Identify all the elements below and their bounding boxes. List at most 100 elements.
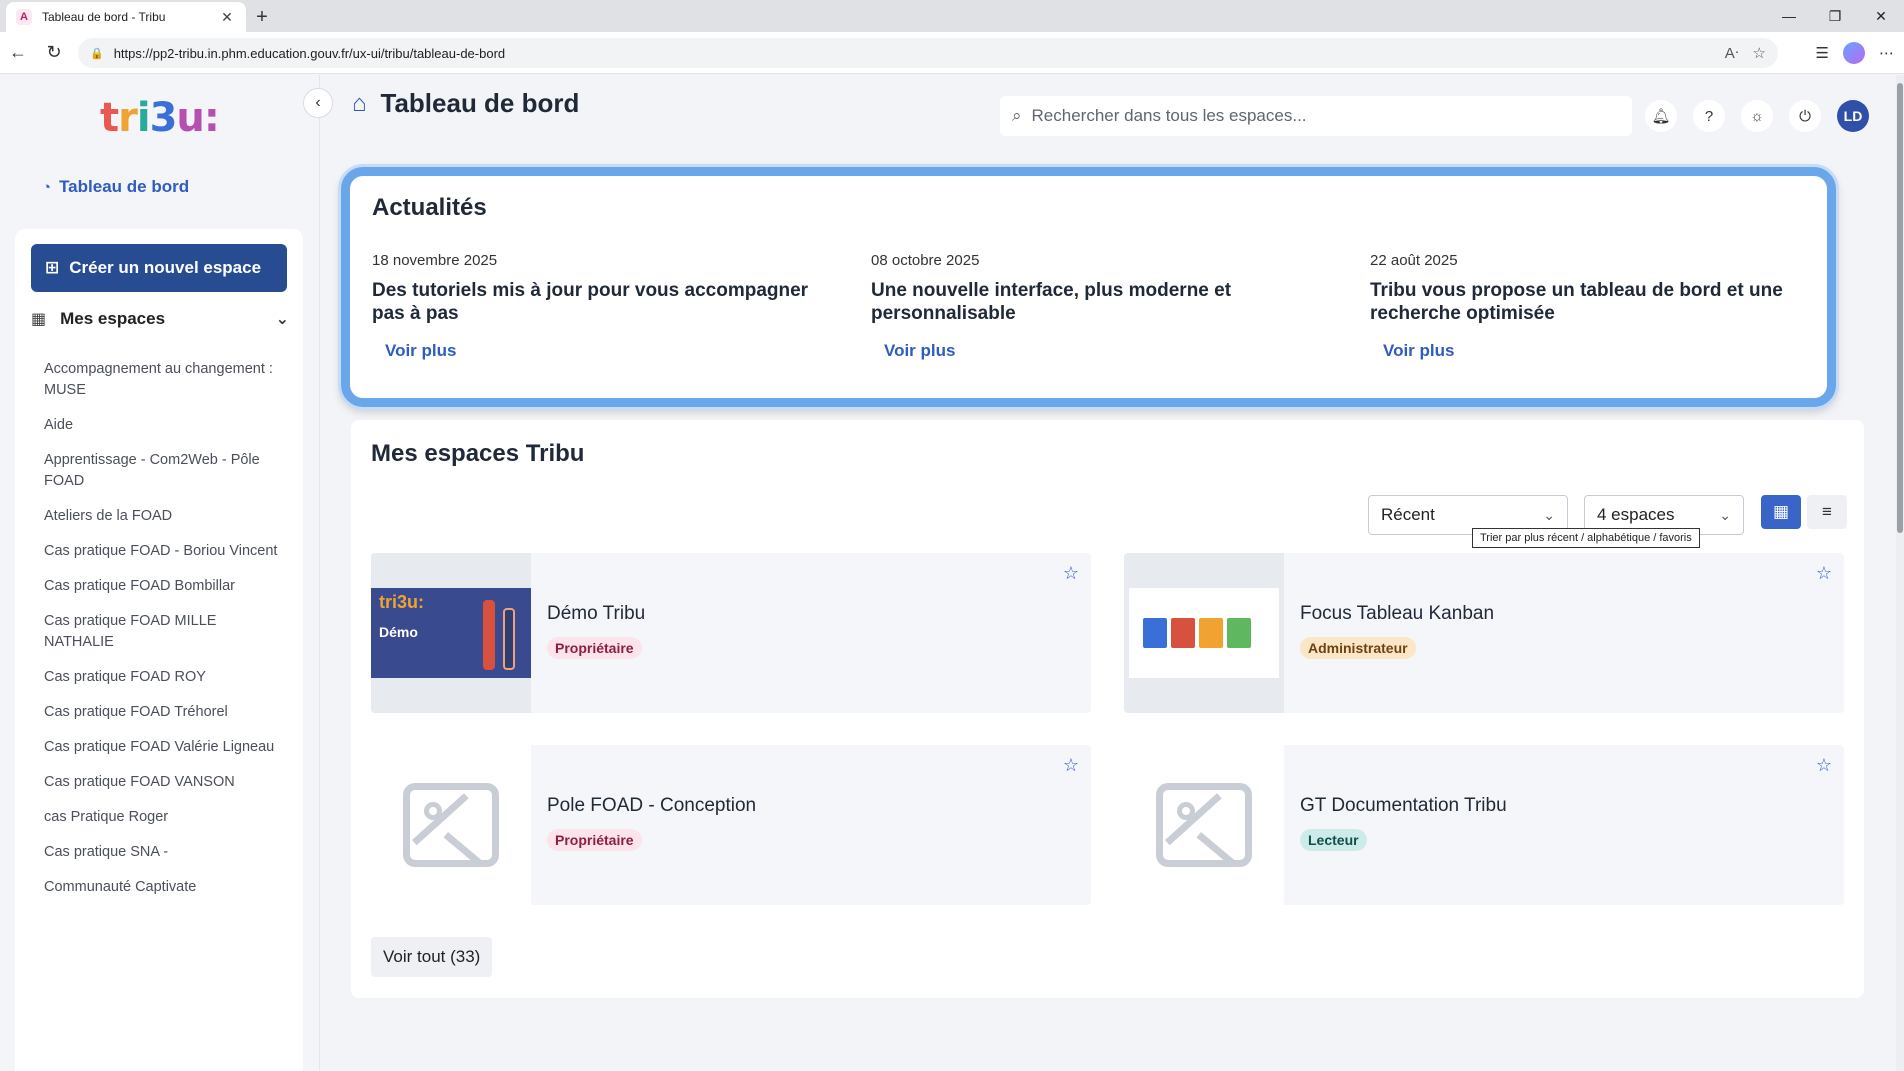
favorite-star-icon[interactable]: ☆	[1063, 563, 1079, 584]
space-card[interactable]: tri3u: Démo Démo Tribu Propriétaire ☆	[371, 553, 1091, 713]
role-badge: Administrateur	[1300, 637, 1416, 659]
see-more-link[interactable]: Voir plus	[884, 341, 955, 361]
news-headline: Des tutoriels mis à jour pour vous accom…	[372, 280, 809, 324]
sidebar-space-item[interactable]: Ateliers de la FOAD	[44, 506, 284, 527]
close-window-icon[interactable]: ✕	[1858, 0, 1904, 32]
section-title: Mes espaces Tribu	[371, 440, 585, 467]
news-date: 18 novembre 2025	[372, 252, 498, 269]
dashboard-icon: ◔	[42, 178, 52, 196]
sidebar-item-label: Tableau de bord	[59, 177, 190, 196]
favorites-icon[interactable]: ☰	[1816, 44, 1829, 62]
browser-tabbar: A Tableau de bord - Tribu ✕ + — ❐ ✕	[0, 0, 1904, 32]
bell-icon[interactable]: 🔔︎	[1645, 100, 1677, 132]
minimize-icon[interactable]: —	[1766, 0, 1812, 32]
sidebar-space-item[interactable]: Cas pratique SNA -	[44, 842, 284, 863]
role-badge: Lecteur	[1300, 829, 1367, 851]
url-text: https://pp2-tribu.in.phm.education.gouv.…	[113, 45, 506, 61]
sidebar-space-item[interactable]: Cas pratique FOAD Tréhorel	[44, 702, 284, 723]
favorite-star-icon[interactable]: ☆	[1063, 755, 1079, 776]
sidebar-space-item[interactable]: Cas pratique FOAD Bombillar	[44, 576, 284, 597]
space-list: Accompagnement au changement : MUSE Aide A…	[44, 359, 284, 912]
sidebar-space-item[interactable]: Cas pratique FOAD - Boriou Vincent	[44, 541, 284, 562]
news-panel: Actualités 18 novembre 2025 Des tutoriel…	[341, 167, 1836, 407]
news-item: 18 novembre 2025 Des tutoriels mis à jou…	[372, 252, 832, 361]
my-spaces-section: Mes espaces Tribu Récent ⌄ 4 espaces ⌄ ▦…	[351, 420, 1864, 998]
sidebar-space-item[interactable]: Aide	[44, 415, 284, 436]
reload-icon[interactable]: ↻	[36, 37, 72, 69]
grid-icon: ▦	[31, 311, 47, 328]
tribu-favicon-icon: A	[16, 9, 32, 25]
see-more-link[interactable]: Voir plus	[1383, 341, 1454, 361]
my-spaces-toggle[interactable]: ▦ Mes espaces ⌄	[31, 309, 289, 329]
site-info-icon[interactable]: 🔒	[90, 47, 104, 60]
collapse-sidebar-button[interactable]: ‹	[303, 88, 333, 118]
browser-tab[interactable]: A Tableau de bord - Tribu ✕	[6, 2, 246, 32]
news-date: 22 août 2025	[1370, 252, 1458, 269]
add-space-icon: ⊞	[45, 258, 60, 277]
view-toggle: ▦ ≡	[1761, 495, 1847, 529]
grid-view-icon[interactable]: ▦	[1761, 495, 1801, 529]
spaces-panel: ⊞ Créer un nouvel espace ▦ Mes espaces ⌄…	[15, 229, 303, 1071]
space-name: Démo Tribu	[547, 603, 646, 624]
more-menu-icon[interactable]: ⋯	[1879, 44, 1894, 62]
thumbnail-label: Démo	[379, 624, 418, 640]
page-title: Tableau de bord	[380, 88, 580, 118]
news-headline: Tribu vous propose un tableau de bord et…	[1370, 280, 1783, 324]
sidebar-space-item[interactable]: Communauté Captivate	[44, 877, 284, 898]
tab-title: Tableau de bord - Tribu	[42, 10, 166, 24]
sidebar-space-item[interactable]: Cas pratique FOAD Valérie Ligneau	[44, 737, 284, 758]
header-actions: 🔔︎ ? ☼ ⏻ LD	[1645, 100, 1869, 132]
sidebar-space-item[interactable]: cas Pratique Roger	[44, 807, 284, 828]
image-placeholder-icon	[371, 745, 531, 905]
favorite-star-icon[interactable]: ☆	[1753, 44, 1766, 62]
sidebar-space-item[interactable]: Apprentissage - Com2Web - Pôle FOAD	[44, 450, 284, 492]
chevron-down-icon: ⌄	[1719, 506, 1731, 523]
space-card[interactable]: GT Documentation Tribu Lecteur ☆	[1124, 745, 1844, 905]
space-thumbnail: tri3u: Démo	[371, 553, 531, 713]
space-name: Pole FOAD - Conception	[547, 795, 757, 816]
my-spaces-label: Mes espaces	[60, 309, 166, 328]
space-name: Focus Tableau Kanban	[1300, 603, 1495, 624]
see-all-button[interactable]: Voir tout (33)	[371, 937, 493, 977]
chevron-down-icon: ⌄	[275, 311, 289, 328]
search-input[interactable]: ⌕ Rechercher dans tous les espaces...	[1000, 96, 1632, 136]
help-icon[interactable]: ?	[1693, 100, 1725, 132]
thumbnail-logo: tri3u:	[379, 592, 424, 612]
page-header: ⌂ Tableau de bord	[352, 88, 579, 119]
image-placeholder-icon	[1124, 745, 1284, 905]
read-aloud-icon[interactable]: Aᐧ	[1725, 44, 1739, 62]
sidebar-space-item[interactable]: Cas pratique FOAD ROY	[44, 667, 284, 688]
favorite-star-icon[interactable]: ☆	[1816, 755, 1832, 776]
sidebar-item-dashboard[interactable]: ◔ Tableau de bord	[42, 177, 189, 197]
news-date: 08 octobre 2025	[871, 252, 980, 269]
new-tab-button[interactable]: +	[246, 2, 278, 32]
space-card[interactable]: Pole FOAD - Conception Propriétaire ☆	[371, 745, 1091, 905]
create-space-button[interactable]: ⊞ Créer un nouvel espace	[31, 244, 287, 292]
profile-icon[interactable]	[1843, 42, 1865, 64]
avatar[interactable]: LD	[1837, 100, 1869, 132]
space-name: GT Documentation Tribu	[1300, 795, 1507, 816]
favorite-star-icon[interactable]: ☆	[1816, 563, 1832, 584]
search-icon: ⌕	[1012, 106, 1022, 125]
address-bar: ← ↻ 🔒 https://pp2-tribu.in.phm.education…	[0, 32, 1904, 74]
tribu-logo[interactable]: tri3u:	[100, 95, 220, 141]
news-title: Actualités	[372, 194, 487, 221]
url-field[interactable]: 🔒 https://pp2-tribu.in.phm.education.gou…	[78, 38, 1778, 68]
close-tab-icon[interactable]: ✕	[218, 9, 236, 26]
sidebar-space-item[interactable]: Cas pratique FOAD MILLE NATHALIE	[44, 611, 284, 653]
sort-tooltip: Trier par plus récent / alphabétique / f…	[1472, 528, 1700, 548]
list-view-icon[interactable]: ≡	[1807, 495, 1847, 529]
see-more-link[interactable]: Voir plus	[385, 341, 456, 361]
sidebar-space-item[interactable]: Cas pratique FOAD VANSON	[44, 772, 284, 793]
sort-value: Récent	[1381, 505, 1435, 524]
space-card[interactable]: Focus Tableau Kanban Administrateur ☆	[1124, 553, 1844, 713]
create-space-label: Créer un nouvel espace	[69, 258, 262, 277]
count-value: 4 espaces	[1597, 505, 1675, 524]
back-icon[interactable]: ←	[0, 37, 36, 69]
theme-sun-icon[interactable]: ☼	[1741, 100, 1773, 132]
sidebar-space-item[interactable]: Accompagnement au changement : MUSE	[44, 359, 284, 401]
scrollbar[interactable]	[1896, 75, 1904, 1071]
logout-icon[interactable]: ⏻	[1789, 100, 1821, 132]
role-badge: Propriétaire	[547, 637, 642, 659]
restore-icon[interactable]: ❐	[1812, 0, 1858, 32]
